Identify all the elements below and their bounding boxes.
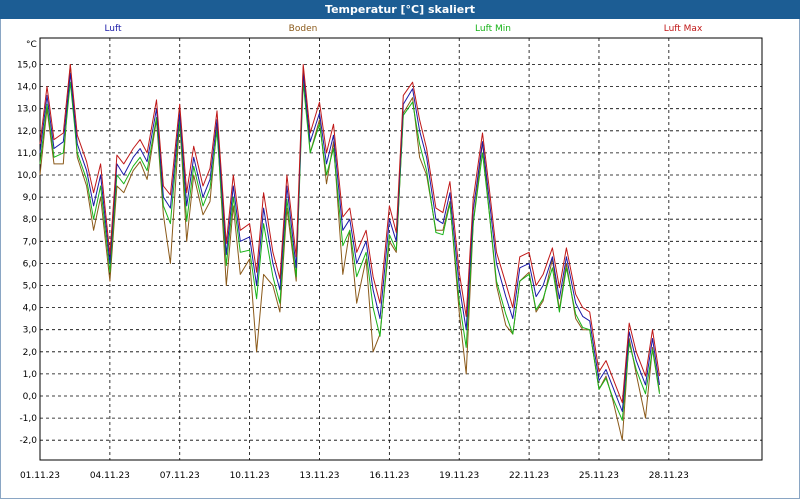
x-tick-label: 25.11.23 <box>579 471 619 481</box>
x-tick-label: 07.11.23 <box>160 471 200 481</box>
y-tick-label: 13,0 <box>17 105 37 115</box>
chart-plot: °C 15,0 14,0 13,0 12,0 11,0 10,0 9,0 8,0 7,0 6,0 5… <box>17 37 763 481</box>
series-group <box>39 64 660 441</box>
y-tick-label: -1,0 <box>19 414 37 424</box>
x-tick-label: 10.11.23 <box>230 471 270 481</box>
plot-border <box>39 37 763 461</box>
y-tick-label: 5,0 <box>23 282 38 292</box>
series-line-luft <box>39 72 660 412</box>
y-unit-label: °C <box>26 40 37 50</box>
y-tick-label: 3,0 <box>23 326 38 336</box>
x-tick-label: 22.11.23 <box>509 471 549 481</box>
y-tick-label: 0,0 <box>23 392 38 402</box>
y-tick-label: 7,0 <box>23 237 38 247</box>
y-tick-label: 12,0 <box>17 127 37 137</box>
y-tick-label: -2,0 <box>19 436 37 446</box>
y-tick-label: 1,0 <box>23 370 38 380</box>
y-tick-label: 10,0 <box>17 171 37 181</box>
x-tick-label: 28.11.23 <box>649 471 689 481</box>
x-tick-label: 01.11.23 <box>20 471 60 481</box>
x-tick-label: 19.11.23 <box>439 471 479 481</box>
y-tick-label: 14,0 <box>17 83 37 93</box>
x-ticks: 01.11.23 04.11.23 07.11.23 10.11.23 13.11.23… <box>20 471 689 481</box>
y-tick-label: 15,0 <box>17 61 37 71</box>
series-line-boden <box>39 64 660 441</box>
x-tick-label: 04.11.23 <box>90 471 130 481</box>
y-tick-label: 9,0 <box>23 193 38 203</box>
y-tick-label: 4,0 <box>23 304 38 314</box>
x-tick-label: 13.11.23 <box>299 471 339 481</box>
y-tick-label: 11,0 <box>17 149 37 159</box>
y-ticks: 15,0 14,0 13,0 12,0 11,0 10,0 9,0 8,0 7,0 6,0 5,0 4… <box>17 61 37 447</box>
axes: °C <box>26 40 37 50</box>
y-tick-label: 8,0 <box>23 215 38 225</box>
y-tick-label: 2,0 <box>23 348 38 358</box>
y-tick-label: 6,0 <box>23 259 38 269</box>
grid <box>39 37 763 461</box>
x-tick-label: 16.11.23 <box>369 471 409 481</box>
